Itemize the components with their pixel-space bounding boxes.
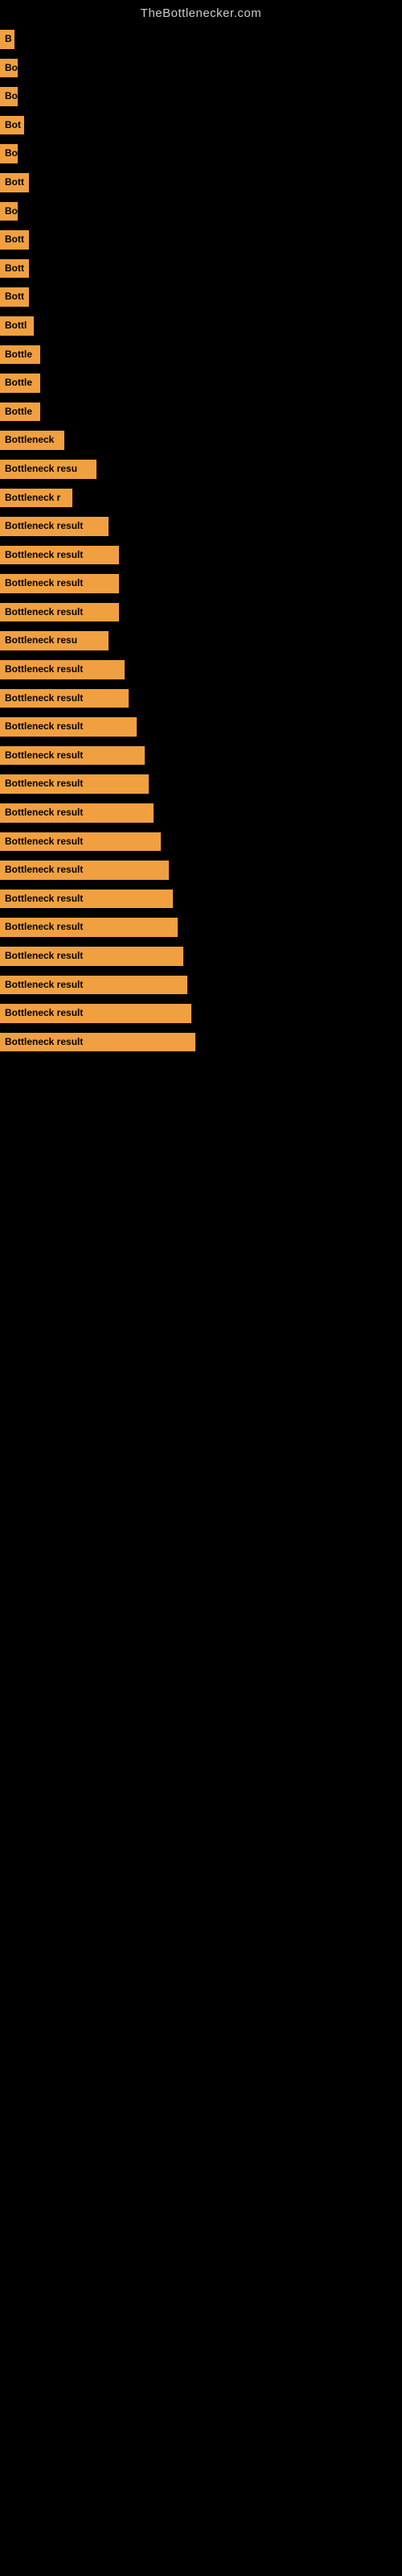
bar-label: Bottleneck r	[0, 489, 72, 508]
bar-label: B	[0, 30, 14, 49]
bar-label: Bott	[0, 259, 29, 279]
bar-label: Bottleneck result	[0, 918, 178, 937]
bar-row: Bottleneck result	[0, 770, 402, 799]
bar-row: Bottleneck result	[0, 885, 402, 914]
bar-label: Bottleneck result	[0, 861, 169, 880]
bar-label: Bottleneck result	[0, 947, 183, 966]
bar-label: Bo	[0, 87, 18, 106]
bars-container: B Bo Bo Bot Bo Bott Bo Bott Bott Bott Bottl Bottle B…	[0, 25, 402, 1056]
bar-row: Bott	[0, 283, 402, 312]
bar-label: Bottleneck result	[0, 603, 119, 622]
bar-label: Bot	[0, 116, 24, 135]
bar-row: Bo	[0, 139, 402, 168]
bar-label: Bottleneck result	[0, 574, 119, 593]
bar-label: Bottleneck result	[0, 832, 161, 852]
bar-label: Bottleneck result	[0, 803, 154, 823]
bar-label: Bottleneck result	[0, 689, 129, 708]
bar-row: Bott	[0, 225, 402, 254]
bar-label: Bottleneck result	[0, 717, 137, 737]
bar-label: Bott	[0, 230, 29, 250]
bar-label: Bo	[0, 144, 18, 163]
bar-row: Bottleneck result	[0, 913, 402, 942]
bar-row: Bo	[0, 197, 402, 226]
bar-row: Bottleneck result	[0, 856, 402, 885]
bar-row: Bott	[0, 168, 402, 197]
site-title: TheBottlenecker.com	[0, 0, 402, 25]
bar-label: Bottleneck result	[0, 890, 173, 909]
bar-row: Bottleneck r	[0, 484, 402, 513]
bar-label: Bottleneck	[0, 431, 64, 450]
bar-row: Bottleneck result	[0, 1028, 402, 1057]
bar-row: Bottleneck result	[0, 684, 402, 713]
bar-label: Bott	[0, 173, 29, 192]
bar-label: Bottle	[0, 402, 40, 422]
bar-row: B	[0, 25, 402, 54]
bar-row: Bottleneck	[0, 426, 402, 455]
bar-label: Bottleneck resu	[0, 631, 109, 650]
bar-row: Bottleneck result	[0, 971, 402, 1000]
bar-row: Bottleneck result	[0, 999, 402, 1028]
bar-row: Bottle	[0, 369, 402, 398]
bar-row: Bottleneck result	[0, 541, 402, 570]
bar-row: Bott	[0, 254, 402, 283]
bar-row: Bottle	[0, 341, 402, 369]
bar-row: Bo	[0, 54, 402, 83]
bar-label: Bottleneck result	[0, 517, 109, 536]
bar-row: Bot	[0, 111, 402, 140]
bar-label: Bottl	[0, 316, 34, 336]
bar-label: Bottleneck result	[0, 976, 187, 995]
bar-label: Bottleneck result	[0, 746, 145, 766]
bar-row: Bottleneck resu	[0, 626, 402, 655]
bar-label: Bo	[0, 59, 18, 78]
bar-row: Bottl	[0, 312, 402, 341]
bar-row: Bottleneck result	[0, 799, 402, 828]
bar-row: Bo	[0, 82, 402, 111]
bar-label: Bottleneck result	[0, 774, 149, 794]
bar-row: Bottleneck resu	[0, 455, 402, 484]
bar-row: Bottleneck result	[0, 828, 402, 857]
bar-label: Bottle	[0, 374, 40, 393]
bar-label: Bott	[0, 287, 29, 307]
bar-row: Bottleneck result	[0, 598, 402, 627]
bar-row: Bottleneck result	[0, 512, 402, 541]
bar-row: Bottleneck result	[0, 569, 402, 598]
bar-label: Bo	[0, 202, 18, 221]
bar-label: Bottleneck result	[0, 1004, 191, 1023]
bar-row: Bottleneck result	[0, 655, 402, 684]
bar-row: Bottleneck result	[0, 942, 402, 971]
bar-label: Bottleneck result	[0, 546, 119, 565]
bar-row: Bottleneck result	[0, 712, 402, 741]
bar-label: Bottleneck resu	[0, 460, 96, 479]
bar-label: Bottleneck result	[0, 1033, 195, 1052]
bar-label: Bottleneck result	[0, 660, 125, 679]
bar-label: Bottle	[0, 345, 40, 365]
bar-row: Bottleneck result	[0, 741, 402, 770]
bar-row: Bottle	[0, 398, 402, 427]
